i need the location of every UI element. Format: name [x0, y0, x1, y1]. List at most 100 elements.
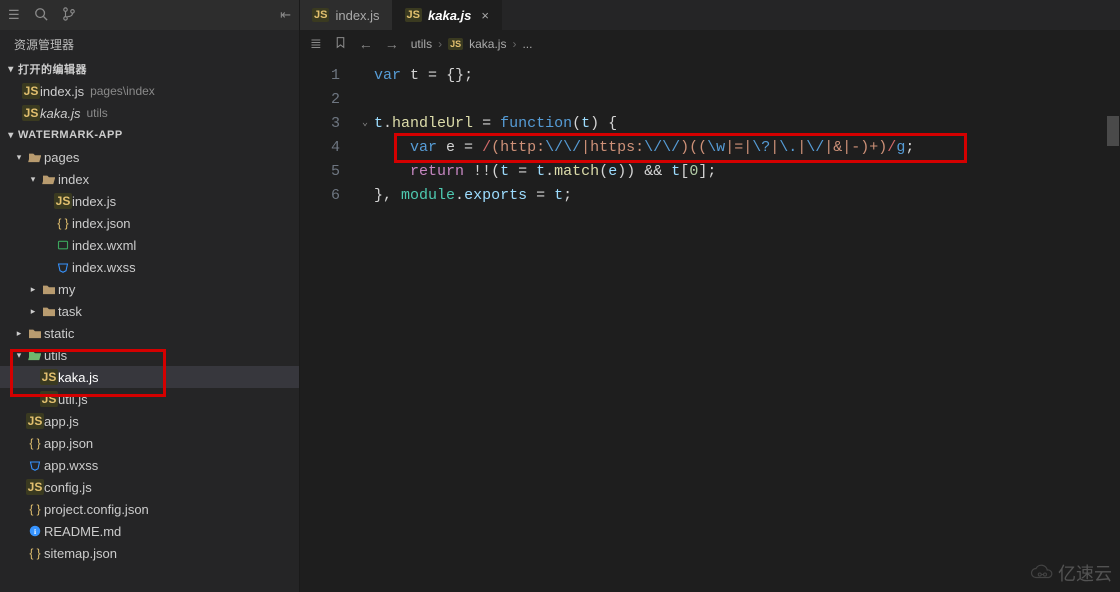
tab-label: kaka.js	[428, 8, 471, 23]
tree-item-app-json[interactable]: { }app.json	[0, 432, 299, 454]
open-editors-label: 打开的编辑器	[18, 61, 87, 77]
tree-item-index-wxss[interactable]: index.wxss	[0, 256, 299, 278]
tree-item-utils[interactable]: ▾utils	[0, 344, 299, 366]
tree-item-label: app.wxss	[44, 458, 98, 473]
js-icon: JS	[40, 391, 58, 407]
scrollbar-track[interactable]	[1106, 116, 1120, 592]
code-line[interactable]	[374, 88, 914, 112]
chevron-down-icon: ▾	[12, 152, 26, 163]
js-icon: JS	[54, 193, 72, 209]
tree-item-label: app.js	[44, 414, 79, 429]
chevron-right-icon: ▸	[26, 306, 40, 317]
project-section[interactable]: ▾ WATERMARK-APP	[0, 124, 299, 146]
tree-item-label: sitemap.json	[44, 546, 117, 561]
breadcrumb[interactable]: utils › JS kaka.js › ...	[411, 37, 533, 51]
tab-index-js[interactable]: JSindex.js	[300, 0, 393, 30]
code-editor[interactable]: 123456 ⌄ var t = {}; t.handleUrl = functi…	[300, 58, 1120, 592]
line-number: 4	[300, 136, 340, 160]
list-icon[interactable]: ≣	[310, 35, 322, 52]
line-gutter: 123456	[300, 58, 356, 592]
js-icon: JS	[448, 38, 463, 50]
tree-item-pages[interactable]: ▾pages	[0, 146, 299, 168]
code-line[interactable]: var t = {};	[374, 64, 914, 88]
tree-item-index-js[interactable]: JSindex.js	[0, 190, 299, 212]
tab-kaka-js[interactable]: JS kaka.js ×	[393, 0, 502, 30]
close-icon[interactable]: ×	[481, 8, 489, 23]
json-icon: { }	[54, 216, 72, 230]
tree-item-project-config-json[interactable]: { }project.config.json	[0, 498, 299, 520]
code-line[interactable]: }, module.exports = t;	[374, 184, 914, 208]
file-path: utils	[86, 106, 107, 120]
tree-item-label: task	[58, 304, 82, 319]
json-icon: { }	[26, 502, 44, 516]
info-icon: i	[26, 525, 44, 537]
tree-item-label: util.js	[58, 392, 88, 407]
tree-item-label: app.json	[44, 436, 93, 451]
tree-item-kaka-js[interactable]: JSkaka.js	[0, 366, 299, 388]
open-editors-section[interactable]: ▾ 打开的编辑器	[0, 58, 299, 80]
breadcrumb-part[interactable]: kaka.js	[469, 37, 506, 51]
tree-item-app-wxss[interactable]: app.wxss	[0, 454, 299, 476]
menu-icon[interactable]: ☰	[8, 7, 20, 23]
open-editor-item[interactable]: JSkaka.jsutils	[0, 102, 299, 124]
code-body[interactable]: var t = {}; t.handleUrl = function(t) { v…	[374, 58, 914, 592]
editor-pane: JSindex.jsJSkaka.js× ≣ ← → utils › JS ka…	[300, 0, 1120, 592]
wxss-icon	[26, 459, 44, 471]
tree-item-app-js[interactable]: JSapp.js	[0, 410, 299, 432]
folder-open-icon	[26, 349, 44, 361]
search-icon[interactable]	[34, 7, 48, 24]
tree-item-label: README.md	[44, 524, 121, 539]
tree-item-label: index.wxss	[72, 260, 136, 275]
project-label: WATERMARK-APP	[18, 129, 123, 141]
js-icon: JS	[405, 8, 422, 22]
line-number: 5	[300, 160, 340, 184]
file-path: pages\index	[90, 84, 155, 98]
breadcrumb-part[interactable]: ...	[522, 37, 532, 51]
explorer-label: 资源管理器	[14, 36, 74, 53]
editor-tabs: JSindex.jsJSkaka.js×	[300, 0, 1120, 30]
folder-icon	[26, 327, 44, 339]
code-line[interactable]: return !!(t = t.match(e)) && t[0];	[374, 160, 914, 184]
open-editor-item[interactable]: JSindex.jspages\index	[0, 80, 299, 102]
sidebar: ☰ ⇤ 资源管理器 ▾ 打开的编辑器 JSindex.jspages\index…	[0, 0, 300, 592]
tree-item-index-wxml[interactable]: index.wxml	[0, 234, 299, 256]
nav-back-icon[interactable]: ←	[359, 36, 373, 52]
chevron-down-icon: ▾	[26, 174, 40, 185]
wxml-icon	[54, 239, 72, 251]
folder-open-icon	[40, 173, 58, 185]
tree-item-index[interactable]: ▾index	[0, 168, 299, 190]
svg-text:i: i	[34, 527, 36, 536]
watermark-text: 亿速云	[1058, 560, 1112, 586]
tree-item-README-md[interactable]: i README.md	[0, 520, 299, 542]
js-icon: JS	[26, 479, 44, 495]
line-number: 3	[300, 112, 340, 136]
branch-icon[interactable]	[62, 7, 76, 24]
tree-item-sitemap-json[interactable]: { }sitemap.json	[0, 542, 299, 564]
json-icon: { }	[26, 546, 44, 560]
collapse-icon[interactable]: ⇤	[280, 7, 291, 23]
code-line[interactable]: t.handleUrl = function(t) {	[374, 112, 914, 136]
nav-forward-icon[interactable]: →	[385, 36, 399, 52]
explorer-header: 资源管理器	[0, 30, 299, 58]
tree-item-my[interactable]: ▸my	[0, 278, 299, 300]
scrollbar-thumb[interactable]	[1107, 116, 1119, 146]
tree-item-label: static	[44, 326, 74, 341]
code-line[interactable]: var e = /(http:\/\/|https:\/\/)((\w|=|\?…	[374, 136, 914, 160]
bookmark-icon[interactable]	[334, 36, 347, 52]
tree-item-index-json[interactable]: { }index.json	[0, 212, 299, 234]
js-icon: JS	[312, 8, 329, 22]
fold-icon[interactable]: ⌄	[356, 112, 374, 136]
line-number: 2	[300, 88, 340, 112]
tree-item-static[interactable]: ▸static	[0, 322, 299, 344]
tree-item-config-js[interactable]: JSconfig.js	[0, 476, 299, 498]
tree-item-util-js[interactable]: JSutil.js	[0, 388, 299, 410]
folder-icon	[40, 283, 58, 295]
folder-open-icon	[26, 151, 44, 163]
tree-item-task[interactable]: ▸ task	[0, 300, 299, 322]
breadcrumb-sep: ›	[512, 37, 516, 51]
tree-item-label: utils	[44, 348, 67, 363]
chevron-down-icon: ▾	[4, 64, 18, 75]
json-icon: { }	[26, 436, 44, 450]
tree-item-label: kaka.js	[58, 370, 98, 385]
breadcrumb-part[interactable]: utils	[411, 37, 432, 51]
